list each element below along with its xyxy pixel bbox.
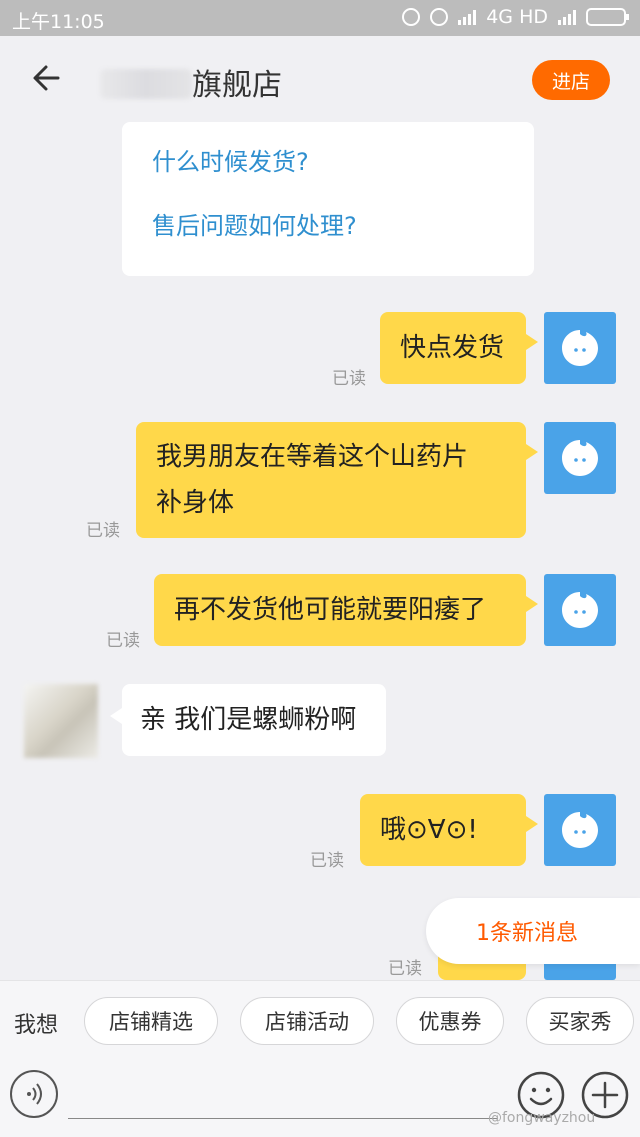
alarm-icon (430, 8, 449, 26)
user-avatar[interactable] (544, 422, 616, 494)
voice-input-button[interactable] (10, 1070, 58, 1118)
read-receipt: 已读 (310, 851, 344, 871)
chip-store-picks[interactable]: 店铺精选 (84, 997, 218, 1045)
message-text: 哦⊙∀⊙! (380, 815, 478, 845)
watermark: @fongwayzhou (488, 1110, 596, 1126)
message-bubble-outgoing: 哦⊙∀⊙! (360, 794, 538, 866)
chip-coupons[interactable]: 优惠券 (396, 997, 504, 1045)
taobao-mascot-icon (562, 812, 598, 848)
faq-question-aftersales[interactable]: 售后问题如何处理? (152, 206, 357, 241)
dnd-icon (402, 8, 421, 26)
status-icons: 4G HD (402, 6, 629, 28)
signal-icon-2 (558, 9, 576, 25)
message-text: 亲 我们是螺蛳粉啊 (140, 705, 357, 735)
chip-store-events[interactable]: 店铺活动 (240, 997, 374, 1045)
user-avatar[interactable] (544, 574, 616, 646)
message-text-line: 我男朋友在等着这个山药片 (156, 442, 469, 472)
read-receipt: 已读 (106, 631, 140, 651)
read-receipt: 已读 (86, 521, 120, 541)
page-title: 旗舰店 (100, 60, 282, 104)
message-bubble-outgoing: 快点发货 (380, 312, 538, 384)
read-receipt: 已读 (388, 959, 422, 979)
back-arrow-icon[interactable] (28, 56, 72, 100)
status-time: 上午11:05 (12, 11, 105, 33)
message-text: 再不发货他可能就要阳痿了 (174, 595, 487, 625)
enter-shop-button[interactable]: 进店 (532, 60, 610, 100)
faq-card: 什么时候发货? 售后问题如何处理? (122, 122, 534, 276)
voice-icon (27, 1083, 42, 1105)
network-type: 4G HD (486, 6, 548, 28)
chat-header: 旗舰店 进店 (0, 36, 640, 122)
user-avatar[interactable] (544, 794, 616, 866)
battery-icon (586, 8, 629, 26)
blurred-shop-name (100, 69, 192, 99)
chip-buyer-show[interactable]: 买家秀 (526, 997, 634, 1045)
faq-question-shipping[interactable]: 什么时候发货? (152, 142, 309, 177)
status-bar: 上午11:05 4G HD (0, 0, 640, 36)
shop-avatar[interactable] (24, 684, 98, 758)
quick-bar-label: 我想 (14, 1013, 59, 1038)
user-avatar[interactable] (544, 312, 616, 384)
message-input[interactable] (68, 1118, 498, 1119)
message-text-line: 补身体 (156, 488, 235, 518)
taobao-mascot-icon (562, 440, 598, 476)
read-receipt: 已读 (332, 369, 366, 389)
new-message-notice[interactable]: 1条新消息 (426, 898, 640, 964)
message-bubble-incoming: 亲 我们是螺蛳粉啊 (110, 684, 386, 756)
message-text: 快点发货 (400, 333, 505, 363)
quick-action-bar: 我想 店铺精选 店铺活动 优惠券 买家秀 (0, 980, 640, 1061)
message-bubble-outgoing: 再不发货他可能就要阳痿了 (154, 574, 538, 646)
signal-icon (458, 9, 477, 25)
taobao-mascot-icon (562, 330, 598, 366)
message-bubble-outgoing: 我男朋友在等着这个山药片 补身体 (136, 422, 538, 538)
taobao-mascot-icon (562, 592, 598, 628)
shop-name: 旗舰店 (192, 68, 282, 103)
